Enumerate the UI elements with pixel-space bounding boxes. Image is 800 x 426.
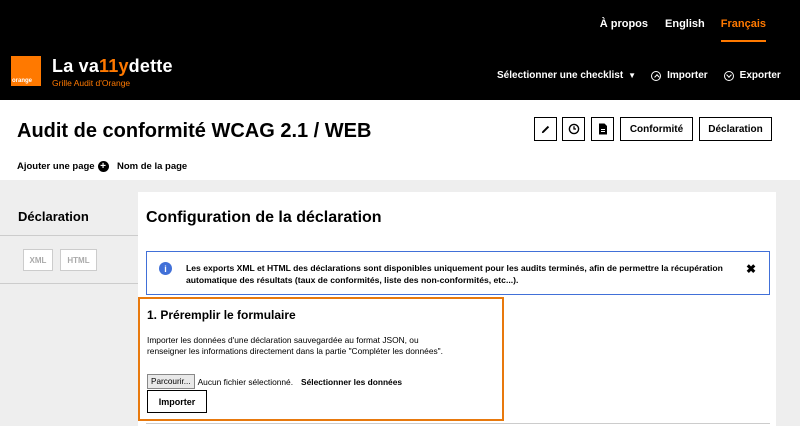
pencil-icon [541,125,550,133]
app-header: À propos English Français orange La va11… [0,0,800,100]
app-subtitle: Grille Audit d'Orange [52,78,131,88]
history-button[interactable] [562,117,585,141]
section-divider [146,423,770,424]
export-nav-label: Exporter [739,70,781,81]
info-text: Les exports XML et HTML des déclarations… [186,263,723,285]
top-links: À propos English Français [600,18,766,42]
import-icon [651,70,662,81]
edit-button[interactable] [534,117,557,141]
caret-down-icon: ▼ [628,71,637,80]
import-nav-button[interactable]: Importer [651,70,708,81]
clock-icon [568,123,579,135]
section-title: Configuration de la déclaration [146,209,382,226]
logo-text: orange [12,78,33,84]
sidebar-title: Déclaration [18,209,89,224]
app-title-prefix: La va [52,56,100,76]
page-title: Audit de conformité WCAG 2.1 / WEB [17,120,372,142]
close-icon[interactable]: ✖ [746,262,756,276]
add-page-label: Ajouter une page [17,161,95,172]
add-page-button[interactable]: Ajouter une page + [17,161,109,172]
sidebar-divider [0,283,138,284]
import-nav-label: Importer [667,70,708,81]
export-icon [723,70,734,81]
prefill-description: Importer les données d'une déclaration s… [147,335,443,356]
declaration-panel: Configuration de la déclaration i Les ex… [138,192,776,426]
french-link[interactable]: Français [720,18,766,42]
declaration-button[interactable]: Déclaration [699,117,772,141]
english-link[interactable]: English [665,18,705,42]
main-nav: Sélectionner une checklist ▼ Importer Ex… [497,70,781,81]
prefill-section: 1. Préremplir le formulaire Importer les… [138,297,504,421]
select-data-label: Sélectionner les données [301,376,403,387]
info-icon: i [159,262,172,275]
file-input-row: Parcourir... Aucun fichier sélectionné. … [147,374,402,389]
select-checklist-label: Sélectionner une checklist [497,70,624,81]
xml-export-button[interactable]: XML [23,249,53,271]
app-title-suffix: dette [128,56,173,76]
select-checklist-menu[interactable]: Sélectionner une checklist ▼ [497,70,636,81]
no-file-label: Aucun fichier sélectionné. [197,376,294,387]
browse-button[interactable]: Parcourir... [147,374,195,389]
orange-logo[interactable]: orange [11,56,41,86]
audit-title-bar: Audit de conformité WCAG 2.1 / WEB Confo… [0,100,800,180]
sidebar-divider [0,235,138,236]
export-nav-button[interactable]: Exporter [723,70,781,81]
app-title[interactable]: La va11ydette [52,56,173,77]
page-name-tab[interactable]: Nom de la page [117,161,187,172]
document-button[interactable] [591,117,614,141]
prefill-heading: 1. Préremplir le formulaire [147,308,296,322]
plus-icon: + [97,161,109,172]
conformity-button[interactable]: Conformité [620,117,693,141]
about-link[interactable]: À propos [600,18,648,42]
document-icon [598,123,607,135]
import-button[interactable]: Importer [147,390,207,413]
info-alert: i Les exports XML et HTML des déclaratio… [146,251,770,295]
app-title-accent: 11y [99,56,129,76]
html-export-button[interactable]: HTML [60,249,97,271]
